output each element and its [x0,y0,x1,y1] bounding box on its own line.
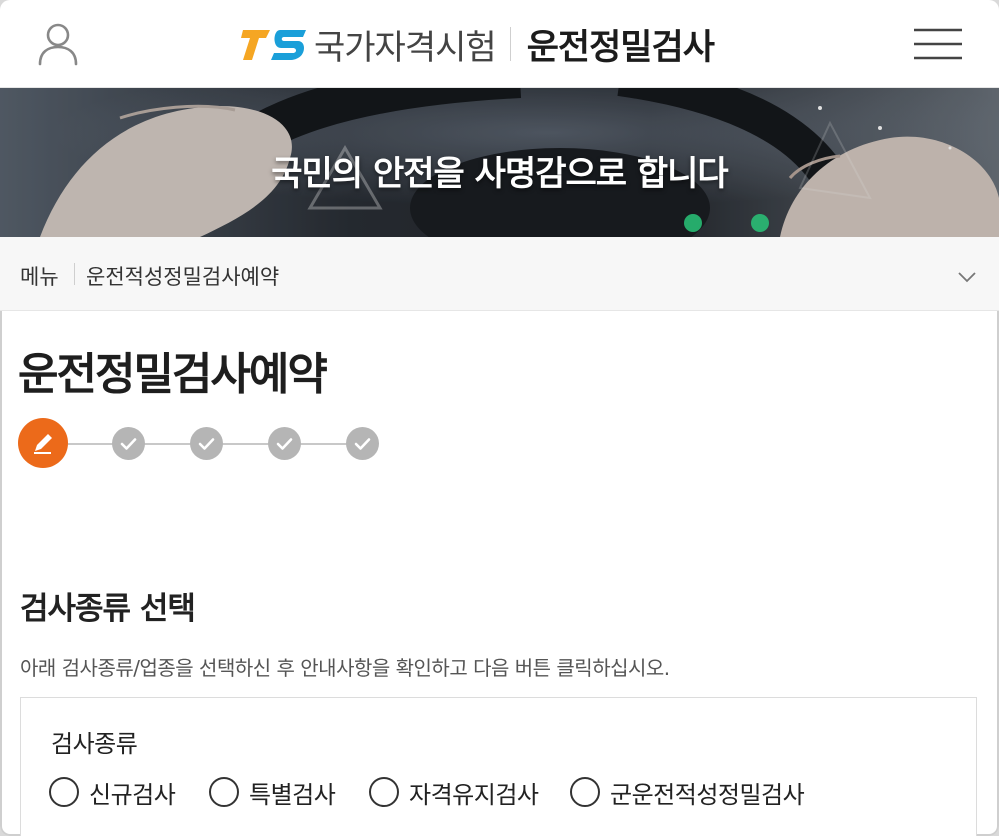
menu-button[interactable] [908,24,964,64]
hamburger-menu-icon [914,28,962,60]
step-indicator [18,418,388,470]
radio-special-exam[interactable]: 특별검사 [209,776,336,809]
breadcrumb: 메뉴 운전적성정밀검사예약 [0,237,999,311]
step-2 [112,427,145,460]
chevron-down-icon [958,272,976,283]
radio-label: 자격유지검사 [409,780,539,809]
radio-button[interactable] [209,777,239,807]
step-1-active [18,418,68,468]
check-icon [120,438,137,450]
step-5 [346,427,379,460]
check-icon [354,438,371,450]
ts-logo-mark [241,30,306,60]
site-title: 운전정밀검사 [526,27,715,68]
banner-slogan: 국민의 안전을 사명감으로 합니다 [271,154,728,194]
radio-button[interactable] [369,777,399,807]
radio-label: 군운전적성정밀검사 [610,780,805,809]
page-title: 운전정밀검사예약 [18,349,328,400]
exam-type-label: 검사종류 [51,730,138,758]
hero-banner: 국민의 안전을 사명감으로 합니다 [0,88,999,237]
breadcrumb-divider [74,263,75,285]
check-icon [276,438,293,450]
logo-divider [509,27,511,61]
step-4 [268,427,301,460]
section-description: 아래 검사종류/업종을 선택하신 후 안내사항을 확인하고 다음 버튼 클릭하십… [20,656,670,680]
user-icon [38,23,78,66]
radio-new-exam[interactable]: 신규검사 [49,776,176,809]
radio-license-maintenance-exam[interactable]: 자격유지검사 [369,776,539,809]
site-header: 국가자격시험 운전정밀검사 [0,0,999,88]
site-logo[interactable]: 국가자격시험 운전정밀검사 [240,20,715,68]
exam-type-box: 검사종류 신규검사 특별검사 자격유지검사 군운전적성정밀검사 [20,697,977,836]
breadcrumb-toggle[interactable] [955,265,979,289]
radio-label: 특별검사 [249,780,336,809]
radio-military-exam[interactable]: 군운전적성정밀검사 [570,776,805,809]
check-icon [198,438,215,450]
radio-button[interactable] [570,777,600,807]
page-frame: 국가자격시험 운전정밀검사 국민의 안전을 사명감으로 합니다 메뉴 운전적성정… [0,0,999,836]
radio-button[interactable] [49,777,79,807]
pencil-icon [34,434,52,454]
user-button[interactable] [32,18,84,70]
section-title: 검사종류 선택 [20,591,196,627]
org-name: 국가자격시험 [314,27,497,68]
radio-label: 신규검사 [89,780,176,809]
breadcrumb-menu[interactable]: 메뉴 [20,261,59,291]
breadcrumb-current[interactable]: 운전적성정밀검사예약 [86,261,279,291]
step-3 [190,427,223,460]
